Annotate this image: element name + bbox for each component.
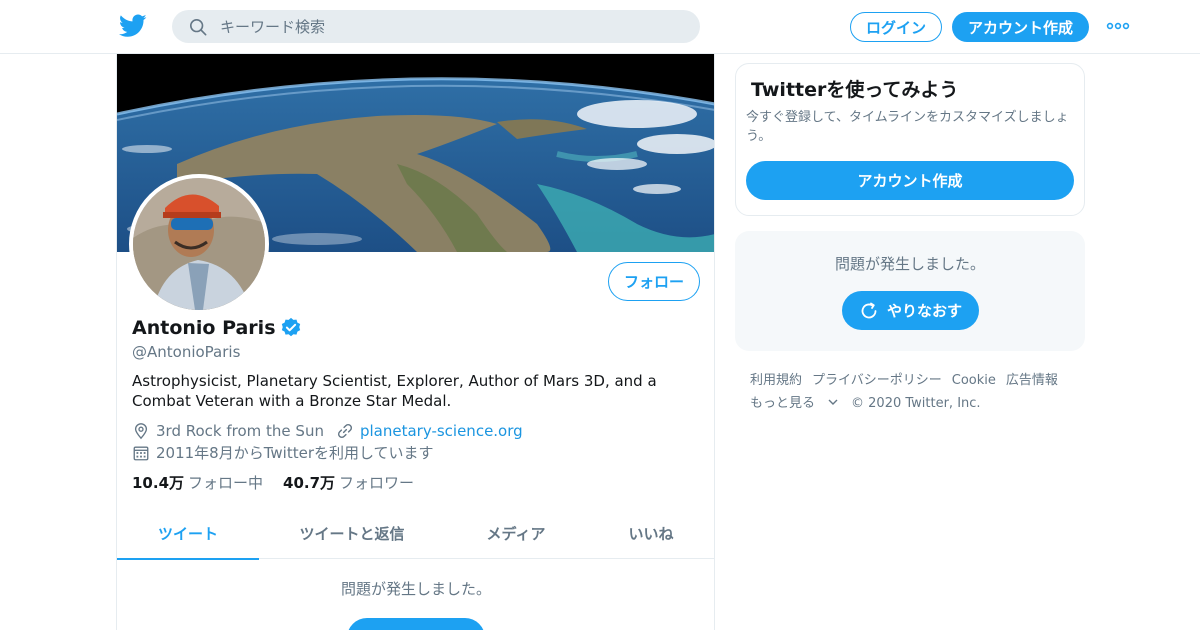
following-stat[interactable]: 10.4万 フォロー中: [132, 472, 263, 493]
following-count: 10.4万: [132, 474, 185, 492]
signup-card: Twitterを使ってみよう 今すぐ登録して、タイムラインをカスタマイズしましょ…: [735, 63, 1085, 216]
tab-tweets[interactable]: ツイート: [117, 507, 259, 560]
footer-second-row: もっと見る © 2020 Twitter, Inc.: [750, 392, 1080, 415]
followers-count: 40.7万: [283, 474, 336, 492]
chevron-down-icon: [828, 399, 838, 405]
search-input[interactable]: [220, 10, 680, 43]
profile-joined-date: 2011年8月からTwitterを利用しています: [156, 444, 434, 462]
followers-stat[interactable]: 40.7万 フォロワー: [283, 472, 414, 493]
error-card: 問題が発生しました。 やりなおす: [735, 231, 1085, 351]
timeline-retry-button[interactable]: [347, 618, 485, 630]
footer-more-label: もっと見る: [750, 396, 816, 411]
refresh-icon: [861, 302, 877, 318]
search-icon: [189, 18, 207, 36]
profile-column: フォロー Antonio Paris @AntonioParis Astroph…: [116, 54, 715, 630]
signup-card-description: 今すぐ登録して、タイムラインをカスタマイズしましょう。: [746, 110, 1069, 144]
signup-card-button[interactable]: アカウント作成: [746, 161, 1074, 200]
error-card-message: 問題が発生しました。: [834, 255, 985, 273]
profile-name-row: Antonio Paris: [132, 317, 302, 339]
footer-link-privacy[interactable]: プライバシーポリシー: [812, 373, 942, 388]
profile-meta-joined-row: 2011年8月からTwitterを利用しています: [132, 442, 434, 463]
location-icon: [134, 423, 148, 440]
twitter-logo-icon[interactable]: [119, 14, 147, 38]
footer-link-ads[interactable]: 広告情報: [1006, 373, 1058, 388]
profile-location: 3rd Rock from the Sun: [156, 422, 324, 440]
profile-name: Antonio Paris: [132, 317, 276, 339]
link-icon: [337, 423, 352, 439]
avatar-photo: [133, 178, 265, 310]
login-button[interactable]: ログイン: [850, 12, 942, 42]
tab-tweets-and-replies[interactable]: ツイートと返信: [259, 507, 445, 559]
tab-media[interactable]: メディア: [445, 507, 587, 559]
retry-button[interactable]: やりなおす: [842, 291, 979, 330]
timeline-error-message: 問題が発生しました。: [340, 580, 491, 598]
calendar-icon: [133, 445, 149, 460]
profile-handle: @AntonioParis: [132, 343, 241, 361]
footer-copyright: © 2020 Twitter, Inc.: [851, 396, 981, 411]
footer-links-row: 利用規約 プライバシーポリシー Cookie 広告情報: [750, 369, 1080, 392]
footer-link-terms[interactable]: 利用規約: [750, 373, 802, 388]
tab-likes[interactable]: いいね: [587, 507, 714, 559]
profile-avatar[interactable]: [129, 174, 269, 314]
follow-button[interactable]: フォロー: [608, 262, 700, 301]
profile-tabs: ツイート ツイートと返信 メディア いいね: [117, 507, 714, 560]
signup-card-title: Twitterを使ってみよう: [751, 79, 959, 101]
profile-website-link[interactable]: planetary-science.org: [360, 422, 523, 440]
following-label: フォロー中: [188, 474, 264, 492]
footer-more-link[interactable]: もっと見る: [750, 396, 839, 411]
top-bar: ログイン アカウント作成: [0, 0, 1200, 54]
profile-stats: 10.4万 フォロー中 40.7万 フォロワー: [132, 472, 414, 493]
verified-icon: [281, 317, 300, 337]
signup-button[interactable]: アカウント作成: [952, 12, 1089, 42]
profile-bio: Astrophysicist, Planetary Scientist, Exp…: [132, 372, 657, 410]
footer-link-cookie[interactable]: Cookie: [952, 373, 996, 388]
more-icon[interactable]: [1106, 20, 1130, 32]
followers-label: フォロワー: [339, 474, 415, 492]
profile-meta-location-row: 3rd Rock from the Sun planetary-science.…: [132, 422, 523, 440]
footer: 利用規約 プライバシーポリシー Cookie 広告情報 もっと見る © 2020 Twi…: [750, 369, 1080, 415]
search-bar: [172, 10, 700, 43]
retry-label: やりなおす: [886, 302, 962, 320]
